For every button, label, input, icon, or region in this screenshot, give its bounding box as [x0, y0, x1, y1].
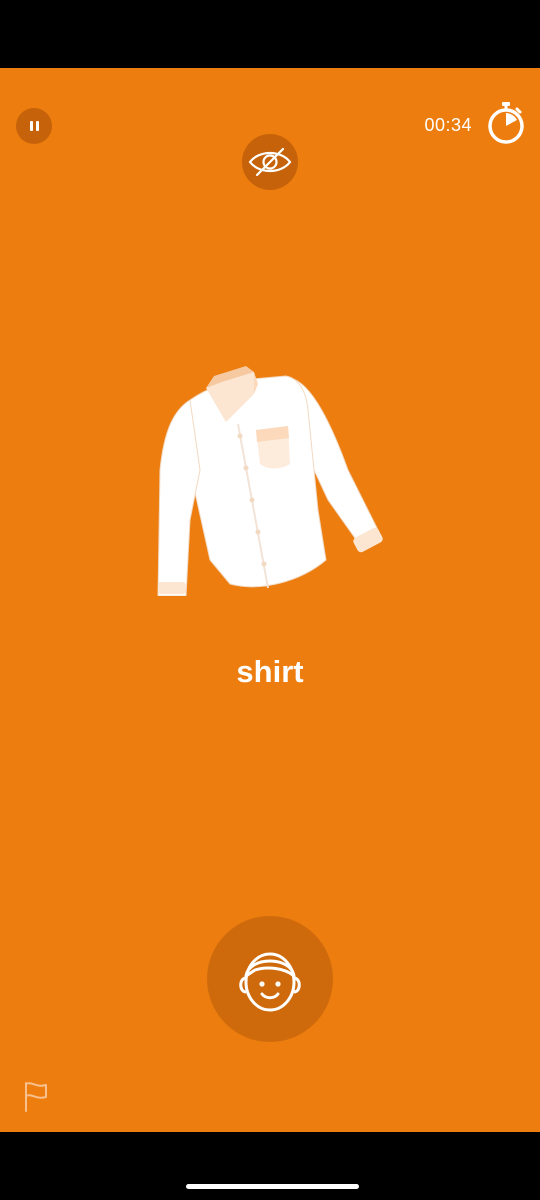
home-indicator[interactable] — [186, 1184, 359, 1189]
pause-button[interactable] — [16, 108, 52, 144]
status-bar — [0, 0, 540, 68]
flag-icon[interactable] — [22, 1080, 50, 1112]
shirt-illustration — [157, 366, 383, 596]
eye-slash-icon — [248, 147, 292, 177]
pause-icon — [28, 121, 40, 131]
flashcard-screen: 00:34 shirt — [0, 68, 540, 1132]
speak-button[interactable] — [207, 916, 333, 1042]
timer-text: 00:34 — [424, 115, 472, 135]
face-speak-icon — [239, 952, 301, 1012]
stopwatch-icon — [488, 102, 524, 144]
navigation-bar — [0, 1132, 540, 1200]
flashcard-word: shirt — [236, 654, 304, 689]
hide-word-button[interactable] — [242, 134, 298, 190]
